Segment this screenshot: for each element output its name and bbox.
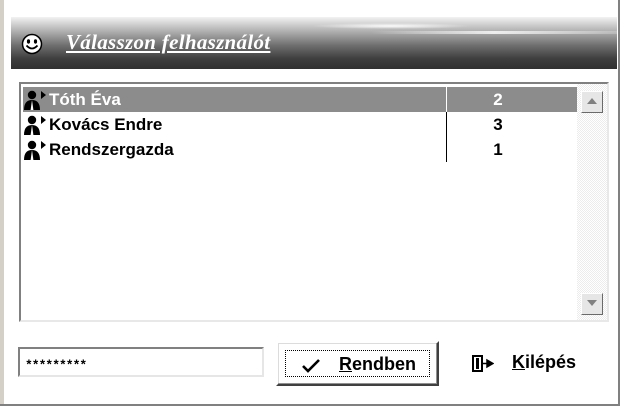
password-input[interactable] <box>18 347 264 377</box>
user-row[interactable]: Kovács Endre 3 <box>23 112 578 137</box>
user-count: 3 <box>493 114 503 134</box>
user-name: Rendszergazda <box>49 139 174 159</box>
user-list-rows: Tóth Éva 2 Kovács Endre 3 Rendszergazda 1 <box>23 87 578 162</box>
user-name: Kovács Endre <box>49 114 163 134</box>
user-select-dialog: Válasszon felhasználót Tóth Éva 2 Kovács E… <box>0 0 620 406</box>
exit-button-label: Kilépés <box>512 352 577 372</box>
scroll-up-button[interactable] <box>581 91 603 113</box>
scroll-down-button[interactable] <box>581 293 603 315</box>
user-row[interactable]: Rendszergazda 1 <box>23 137 578 162</box>
user-count: 1 <box>493 139 503 159</box>
column-separator <box>446 112 447 137</box>
user-list[interactable]: Tóth Éva 2 Kovács Endre 3 Rendszergazda 1 <box>19 82 609 322</box>
ok-button-label: Rendben <box>339 354 417 374</box>
column-separator <box>446 137 447 162</box>
user-icon <box>24 115 46 135</box>
column-separator <box>446 87 447 112</box>
user-count: 2 <box>493 89 503 109</box>
banner-glint <box>311 23 471 29</box>
exit-button[interactable]: Kilépés <box>462 341 602 386</box>
user-icon <box>24 140 46 160</box>
user-icon <box>24 90 46 110</box>
dialog-title: Válasszon felhasználót <box>66 30 271 54</box>
user-name: Tóth Éva <box>49 89 121 109</box>
scroll-down-arrow-icon <box>587 300 597 306</box>
ok-button[interactable]: Rendben <box>276 341 439 386</box>
user-row[interactable]: Tóth Éva 2 <box>23 87 578 112</box>
scroll-up-arrow-icon <box>587 98 597 104</box>
exit-door-icon <box>472 355 494 372</box>
smiley-icon <box>21 33 43 55</box>
checkmark-icon <box>302 359 320 373</box>
banner-streak <box>371 31 617 34</box>
vertical-scrollbar[interactable] <box>577 84 607 320</box>
